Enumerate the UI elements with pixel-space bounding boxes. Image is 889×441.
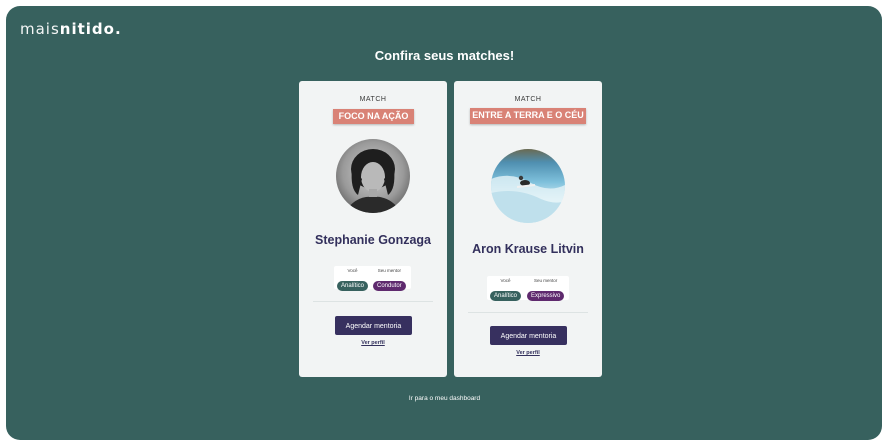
profile-comparison: Você Analítico Seu mentor Expressivo	[487, 276, 569, 302]
schedule-mentoring-button[interactable]: Agendar mentoria	[335, 316, 412, 335]
mentor-name: Stephanie Gonzaga	[315, 233, 431, 247]
logo-bold-text: nitido.	[59, 20, 122, 38]
you-profile-pill: Analítico	[490, 291, 522, 301]
mentor-column: Seu mentor Condutor	[373, 268, 406, 292]
view-profile-link[interactable]: Ver perfil	[299, 340, 447, 346]
mentor-label: Seu mentor	[377, 268, 401, 273]
you-label: Você	[347, 268, 358, 273]
match-card: MATCH FOCO NA AÇÃO Stephanie Gonzaga Voc…	[299, 81, 447, 377]
view-profile-link[interactable]: Ver perfil	[454, 350, 602, 356]
mentor-avatar	[336, 139, 410, 213]
you-profile-pill: Analítico	[337, 281, 369, 291]
portrait-photo	[344, 149, 402, 213]
dashboard-link[interactable]: Ir para o meu dashboard	[0, 395, 889, 402]
page-title: Confira seus matches!	[374, 48, 515, 63]
mentor-name: Aron Krause Litvin	[472, 242, 584, 256]
schedule-mentoring-button[interactable]: Agendar mentoria	[490, 326, 567, 345]
card-divider	[468, 312, 588, 313]
match-type-badge: FOCO NA AÇÃO	[333, 109, 414, 124]
surfing-photo	[491, 175, 565, 223]
match-label: MATCH	[359, 96, 387, 103]
mentor-label: Seu mentor	[534, 278, 558, 283]
card-divider	[313, 301, 433, 302]
you-column: Você Analítico	[490, 278, 522, 302]
mentor-column: Seu mentor Expressivo	[527, 278, 565, 302]
you-column: Você Analítico	[337, 268, 369, 292]
match-type-badge: ENTRE A TERRA E O CÉU	[470, 108, 586, 124]
logo[interactable]: maisnitido.	[20, 20, 122, 38]
you-label: Você	[500, 278, 511, 283]
match-card: MATCH ENTRE A TERRA E O CÉU Aron Krause …	[454, 81, 602, 377]
mentor-profile-pill: Condutor	[373, 281, 406, 291]
mentor-avatar	[491, 149, 565, 223]
match-label: MATCH	[514, 96, 542, 103]
logo-light-text: mais	[20, 20, 60, 38]
mentor-profile-pill: Expressivo	[527, 291, 565, 301]
profile-comparison: Você Analítico Seu mentor Condutor	[334, 266, 411, 292]
